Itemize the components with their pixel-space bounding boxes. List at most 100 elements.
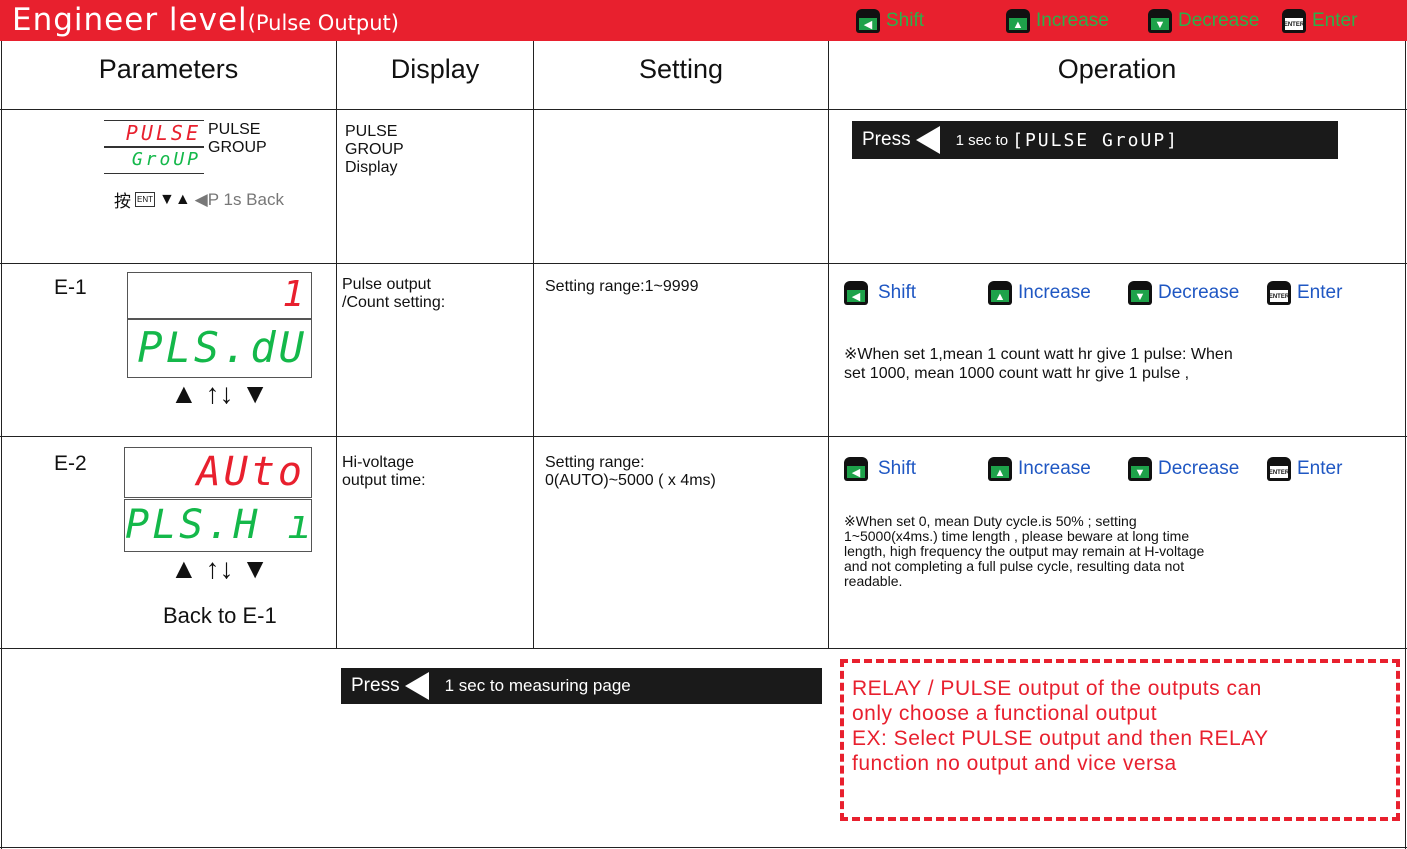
op-enter-label: Enter [1297, 458, 1343, 479]
lcd-top-value: AUto [196, 449, 305, 495]
lcd-bottom-frame: PLS.dU [127, 319, 312, 378]
enter-key-icon: ENTER [1282, 9, 1306, 33]
table-column-divider [336, 41, 337, 648]
increase-key-icon: ▲ [1006, 9, 1030, 33]
note-line: readable. [844, 573, 903, 589]
legend-shift-label: Shift [886, 10, 925, 31]
enter-key-icon: ENT [135, 192, 155, 207]
lcd-top-value: 1 [282, 274, 307, 315]
op-enter: ENTER Enter [1267, 456, 1342, 482]
nav-hint: 按 ENT ▼▲ ◀P 1s Back [114, 187, 284, 212]
lcd-bottom-frame: GroUP [104, 147, 204, 174]
table-divider [0, 109, 1407, 110]
warning-text: RELAY / PULSE output of the outputs can … [852, 676, 1392, 776]
decrease-key-icon: ▼ [1128, 457, 1152, 481]
e1-note: ※When set 1,mean 1 count watt hr give 1 … [844, 345, 1394, 383]
increase-key-icon: ▲ [988, 457, 1012, 481]
page-title: Engineer level(Pulse Output) [12, 2, 399, 38]
setting-line: 0(AUTO)~5000 ( x 4ms) [545, 472, 716, 489]
group-display-text: PULSE GROUP Display [345, 123, 404, 177]
lcd-bottom-value: PLS.dU [137, 323, 307, 372]
op-decrease-label: Decrease [1158, 282, 1240, 303]
op-enter: ENTER Enter [1267, 280, 1342, 306]
op-decrease: ▼ Decrease [1128, 280, 1239, 306]
enter-key-icon: ENTER [1267, 281, 1291, 305]
display-line: /Count setting: [342, 294, 446, 311]
warning-line: RELAY / PULSE output of the outputs can [852, 677, 1262, 700]
enter-key-icon: ENTER [1267, 457, 1291, 481]
op-increase-label: Increase [1018, 458, 1091, 479]
nav-arrows-icon: ▲ ↑↓ ▼ [170, 553, 269, 584]
legend-decrease-label: Decrease [1178, 10, 1260, 31]
row-label-e2: E-2 [54, 452, 87, 475]
note-line: length, high frequency the output may re… [844, 543, 1205, 559]
column-header-setting: Setting [638, 54, 724, 84]
op-enter-label: Enter [1297, 282, 1343, 303]
e2-note: ※When set 0, mean Duty cycle.is 50% ; se… [844, 514, 1394, 589]
e1-setting-range: Setting range:1~9999 [545, 278, 699, 295]
table-border-right [1405, 41, 1406, 849]
e1-display-text: Pulse output /Count setting: [342, 276, 445, 312]
lcd-caption-bottom: GROUP [208, 139, 267, 156]
legend-increase-label: Increase [1036, 10, 1109, 31]
op-decrease-label: Decrease [1158, 458, 1240, 479]
press-text: 1 sec to measuring page [444, 676, 631, 695]
lcd-bottom-value: PLS.H ı [125, 502, 315, 548]
op-shift: ◀ Shift [844, 456, 916, 482]
note-line: ※When set 1,mean 1 count watt hr give 1 … [844, 346, 1233, 363]
table-column-divider [828, 41, 829, 648]
nav-prefix: 按 [114, 192, 131, 211]
lcd-top-frame: PULSE [104, 120, 204, 147]
op-shift-label: Shift [878, 282, 917, 303]
display-line: PULSE [345, 123, 398, 140]
warning-line: only choose a functional output [852, 702, 1158, 725]
table-divider [0, 436, 1407, 437]
note-line: and not completing a full pulse cycle, r… [844, 558, 1185, 574]
shift-key-icon: ◀ [844, 281, 868, 305]
lcd-top-frame: AUto [124, 447, 312, 498]
op-increase: ▲ Increase [988, 280, 1091, 306]
title-subtitle: (Pulse Output) [247, 11, 399, 35]
press-label: Press [351, 675, 400, 696]
press-group-bar: Press 1 sec to [PULSE GroUP] [852, 121, 1338, 159]
lcd-top-frame: 1 [127, 272, 312, 319]
back-to-e1: Back to E-1 [163, 603, 277, 628]
op-shift: ◀ Shift [844, 280, 916, 306]
shift-arrow-icon [915, 126, 940, 154]
legend-enter-label: Enter [1312, 10, 1358, 31]
legend-shift: ◀ Shift [856, 8, 924, 34]
column-header-display: Display [390, 54, 480, 84]
lcd-bottom-frame: PLS.H ı [124, 499, 312, 552]
display-line: Pulse output [342, 276, 431, 293]
up-down-arrow-icon: ▼▲ [159, 190, 191, 208]
increase-key-icon: ▲ [988, 281, 1012, 305]
press-code: [PULSE GroUP] [1012, 129, 1179, 151]
e2-setting-range: Setting range: 0(AUTO)~5000 ( x 4ms) [545, 454, 716, 490]
lcd-caption-top: PULSE [208, 121, 261, 138]
table-column-divider [533, 41, 534, 648]
decrease-key-icon: ▼ [1128, 281, 1152, 305]
press-label: Press [862, 129, 911, 150]
lcd-top-value: PULSE [125, 121, 201, 145]
display-line: GROUP [345, 141, 404, 158]
table-divider [0, 648, 1407, 649]
warning-line: EX: Select PULSE output and then RELAY [852, 727, 1269, 750]
title-text: Engineer level [12, 2, 248, 38]
back-hint: ◀P 1s Back [194, 189, 284, 209]
warning-line: function no output and vice versa [852, 752, 1177, 775]
setting-line: Setting range: [545, 454, 645, 471]
display-line: Display [345, 159, 398, 176]
nav-arrows-icon: ▲ ↑↓ ▼ [170, 378, 269, 409]
op-increase-label: Increase [1018, 282, 1091, 303]
shift-key-icon: ◀ [856, 9, 880, 33]
decrease-key-icon: ▼ [1148, 9, 1172, 33]
op-increase: ▲ Increase [988, 456, 1091, 482]
note-line: 1~5000(x4ms.) time length , please bewar… [844, 528, 1190, 544]
display-line: output time: [342, 472, 426, 489]
press-text: 1 sec to [955, 131, 1009, 149]
op-decrease: ▼ Decrease [1128, 456, 1239, 482]
e2-display-text: Hi-voltage output time: [342, 454, 426, 490]
column-header-operation: Operation [1057, 54, 1177, 84]
table-border-left [1, 41, 2, 849]
lcd-bottom-value: GroUP [131, 149, 201, 170]
